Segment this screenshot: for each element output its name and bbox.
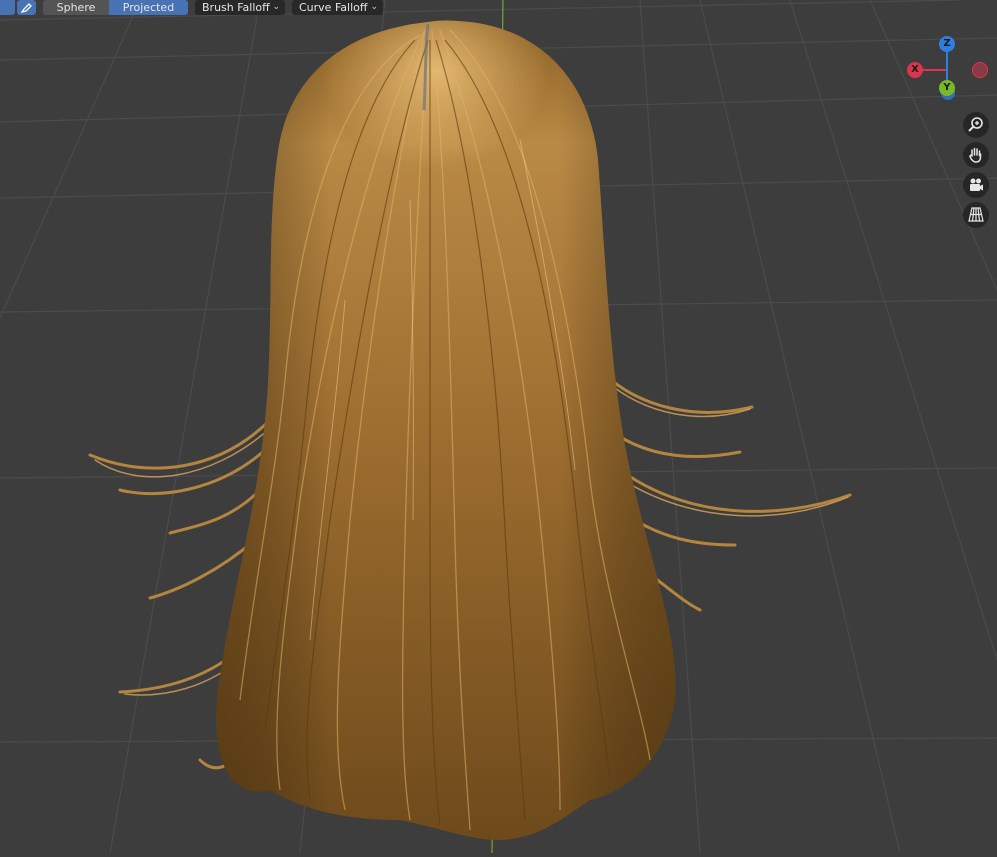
gizmo-x-axis[interactable]: X bbox=[907, 62, 923, 78]
gizmo-y-axis[interactable]: Y bbox=[939, 80, 955, 96]
falloff-shape-projected-button[interactable]: Projected bbox=[109, 0, 188, 15]
brush-falloff-dropdown[interactable]: Brush Falloff ⌄ bbox=[195, 0, 285, 15]
curve-falloff-dropdown[interactable]: Curve Falloff ⌄ bbox=[292, 0, 383, 15]
falloff-shape-sphere-button[interactable]: Sphere bbox=[43, 0, 109, 15]
dropper-tool-button[interactable] bbox=[17, 0, 36, 15]
camera-view-button[interactable] bbox=[963, 172, 989, 198]
gizmo-z-axis[interactable]: Z bbox=[939, 36, 955, 52]
pan-button[interactable] bbox=[963, 142, 989, 168]
brush-falloff-label: Brush Falloff bbox=[202, 1, 270, 14]
zoom-button[interactable] bbox=[963, 112, 989, 138]
toolbar-left-button[interactable] bbox=[0, 0, 15, 15]
3d-viewport[interactable] bbox=[0, 0, 997, 854]
perspective-toggle-button[interactable] bbox=[963, 202, 989, 228]
curve-falloff-label: Curve Falloff bbox=[299, 1, 368, 14]
hair-curves-object bbox=[88, 20, 852, 840]
perspective-grid-icon bbox=[968, 207, 984, 222]
gizmo-z-line bbox=[946, 50, 948, 82]
camera-icon bbox=[970, 178, 983, 191]
zoom-icon bbox=[968, 117, 983, 132]
viewport-scene bbox=[0, 0, 997, 854]
gizmo-neg-x-axis[interactable] bbox=[972, 62, 988, 78]
chevron-down-icon: ⌄ bbox=[272, 2, 280, 12]
gizmo-x-line bbox=[921, 69, 947, 71]
chevron-down-icon: ⌄ bbox=[370, 2, 378, 12]
pan-hand-icon bbox=[969, 147, 982, 163]
pen-tool-icon bbox=[20, 3, 32, 14]
